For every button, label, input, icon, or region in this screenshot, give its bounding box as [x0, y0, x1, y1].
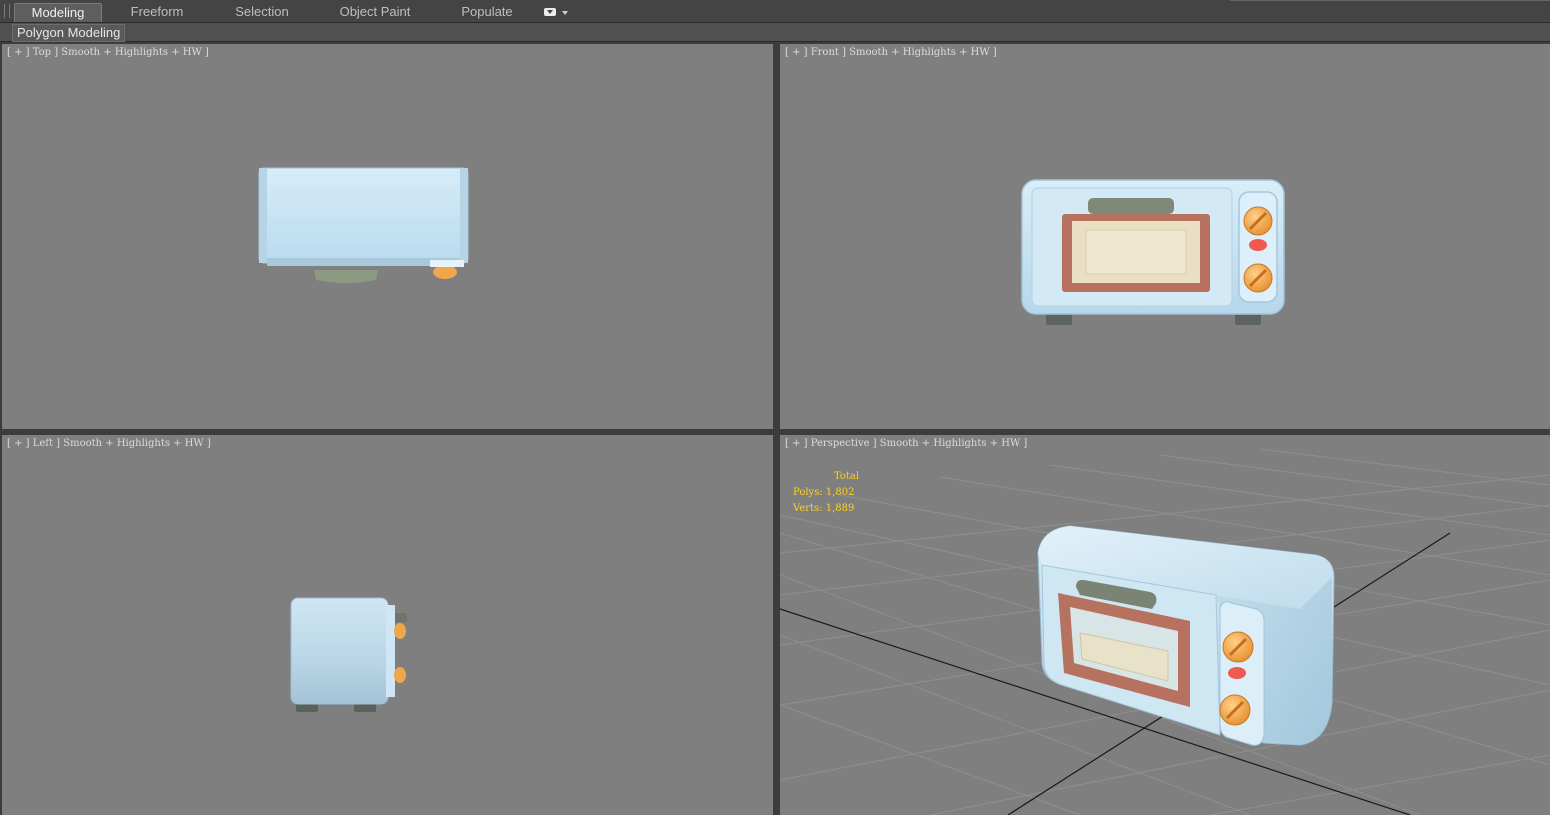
viewport-top[interactable]: [ + ] Top ] Smooth + Highlights + HW ] [2, 44, 773, 429]
knob-shape [394, 623, 406, 639]
tab-freeform[interactable]: Freeform [118, 3, 196, 21]
tab-populate[interactable]: Populate [450, 3, 524, 21]
indicator-light-shape [1228, 667, 1246, 679]
toaster-left-view [290, 597, 407, 712]
ribbon-options-button[interactable] [542, 5, 570, 19]
perspective-scene [780, 448, 1550, 815]
tab-selection[interactable]: Selection [222, 3, 302, 21]
ribbon-edge-line [1230, 0, 1550, 1]
window-inner-shape [1085, 229, 1187, 275]
door-edge-shape [386, 605, 395, 697]
polygon-modeling-panel-button[interactable]: Polygon Modeling [12, 24, 126, 42]
knob-panel-shape [430, 260, 464, 267]
handle-shape [395, 613, 407, 622]
body-edge-shape [460, 168, 468, 263]
toaster-body-shape [290, 597, 389, 705]
tab-object-paint[interactable]: Object Paint [330, 3, 420, 21]
body-edge-shape [259, 168, 267, 263]
indicator-light-shape [1249, 239, 1267, 251]
chevron-down-icon [562, 11, 568, 15]
ribbon-options-icon [544, 8, 556, 16]
knob-shape [433, 265, 457, 279]
tab-modeling[interactable]: Modeling [14, 3, 102, 22]
handle-shape [1088, 198, 1174, 214]
toaster-front-view [1021, 179, 1285, 325]
toaster-body-shape [258, 167, 469, 264]
ribbon-grip-handle[interactable] [4, 4, 10, 18]
viewport-left[interactable]: [ + ] Left ] Smooth + Highlights + HW ] [2, 435, 773, 815]
knob-shape [394, 667, 406, 683]
viewport-perspective[interactable]: [ + ] Perspective ] Smooth + Highlights … [780, 435, 1550, 815]
toaster-top-view [258, 167, 469, 283]
ribbon-bar: Modeling Freeform Selection Object Paint… [0, 0, 1550, 23]
ribbon-panel-bar: Polygon Modeling [0, 23, 1550, 42]
handle-shape [314, 270, 378, 283]
viewport-front[interactable]: [ + ] Front ] Smooth + Highlights + HW ] [780, 44, 1550, 429]
